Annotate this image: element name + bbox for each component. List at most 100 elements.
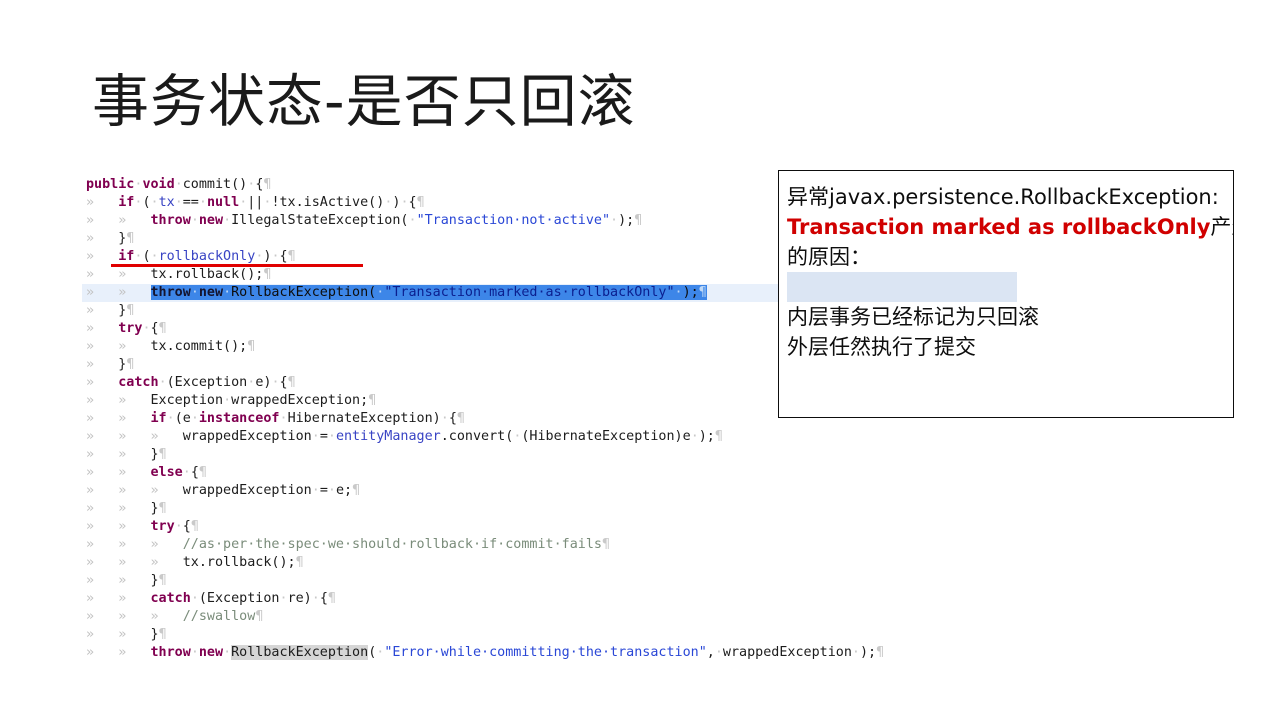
code-line[interactable]: » » }¶ (86, 572, 906, 590)
tab-guide-icon: » (86, 213, 119, 228)
code-token: Exception (150, 393, 224, 408)
tab-guide-icon: » (118, 267, 151, 282)
code-token: try (150, 519, 175, 534)
tab-guide-icon: » (118, 339, 151, 354)
code-span: try·{¶ (151, 519, 199, 534)
code-line[interactable]: » » » wrappedException·=·e;¶ (86, 482, 906, 500)
code-token: catch (150, 591, 191, 606)
code-line[interactable]: » » » //as·per·the·spec·we·should·rollba… (86, 536, 906, 554)
tab-guide-icon: » (86, 195, 119, 210)
code-span: tx.commit();¶ (151, 339, 256, 354)
tab-guide-icon: » (118, 627, 151, 642)
code-token: { (150, 321, 159, 336)
code-token: ¶ (714, 429, 723, 444)
code-token: { (319, 591, 328, 606)
code-token: (Exception (198, 591, 280, 606)
tab-guide-icon: » (86, 357, 119, 372)
code-span: }¶ (118, 303, 134, 318)
code-token: if (118, 195, 135, 210)
code-token: RollbackException (231, 645, 369, 660)
tab-guide-icon: » (86, 645, 119, 660)
code-token: ¶ (456, 411, 465, 426)
note-text: 产生 (1210, 215, 1233, 239)
code-token: · (311, 591, 320, 606)
code-token: null (206, 195, 240, 210)
page-title: 事务状态-是否只回滚 (92, 69, 636, 135)
code-token: ); (698, 429, 715, 444)
code-token: · (190, 285, 199, 300)
code-span: }¶ (151, 447, 167, 462)
selected-code-span: throw·new·RollbackException(·"Transactio… (150, 285, 707, 300)
tab-guide-icon: » (86, 573, 119, 588)
code-line[interactable]: » » throw·new·RollbackException(·"Error·… (86, 644, 906, 662)
code-token: · (408, 213, 417, 228)
code-line[interactable]: » » try·{¶ (86, 518, 906, 536)
code-token: //as·per·the·spec·we·should·rollback·if·… (182, 537, 602, 552)
code-token: catch (118, 375, 159, 390)
code-line[interactable]: » » else·{¶ (86, 464, 906, 482)
tab-guide-icon: » (86, 303, 119, 318)
code-line[interactable]: » » }¶ (86, 446, 906, 464)
tab-guide-icon: » (86, 519, 119, 534)
note-emphasis-text: Transaction marked as rollbackOnly (787, 215, 1211, 239)
code-span: }¶ (151, 501, 167, 516)
tab-guide-icon: » (118, 591, 151, 606)
note-text: 内层事务已经标记为只回滚 (787, 305, 1039, 329)
code-token: (HibernateException)e (521, 429, 691, 444)
code-token: if (150, 411, 167, 426)
tab-guide-icon: » (118, 519, 151, 534)
tab-guide-icon: » (118, 447, 151, 462)
note-box-body: 异常javax.persistence.RollbackException: Tr… (787, 182, 1233, 362)
code-span: catch·(Exception·re)·{¶ (151, 591, 336, 606)
note-line: Transaction marked as rollbackOnly产生 (787, 212, 1233, 242)
code-token: · (166, 411, 175, 426)
code-token: · (279, 591, 288, 606)
tab-guide-icon: » (118, 645, 151, 660)
code-span: wrappedException·=·e;¶ (183, 483, 360, 498)
code-token: ¶ (190, 519, 199, 534)
code-span: tx.rollback();¶ (183, 555, 304, 570)
code-token: == (182, 195, 199, 210)
code-token: e) (255, 375, 272, 390)
code-line[interactable]: » » » //swallow¶ (86, 608, 906, 626)
code-token: ¶ (158, 321, 167, 336)
code-span: else·{¶ (151, 465, 207, 480)
code-line[interactable]: » » » tx.rollback();¶ (86, 554, 906, 572)
code-token: ¶ (126, 231, 135, 246)
tab-guide-icon: » (86, 555, 119, 570)
code-span: //as·per·the·spec·we·should·rollback·if·… (183, 537, 610, 552)
code-token: ¶ (158, 501, 167, 516)
code-token: } (150, 573, 159, 588)
code-token: · (271, 375, 280, 390)
code-token: wrappedException (182, 483, 312, 498)
code-token: ¶ (634, 213, 643, 228)
code-token: } (150, 627, 159, 642)
code-token: · (223, 213, 232, 228)
code-token: · (223, 393, 232, 408)
code-token: { (190, 465, 199, 480)
code-line[interactable]: » » }¶ (86, 626, 906, 644)
code-token: { (448, 411, 457, 426)
code-token: else (150, 465, 183, 480)
code-token: { (279, 375, 288, 390)
code-token: ¶ (158, 447, 167, 462)
code-token: · (690, 429, 699, 444)
code-token: · (190, 411, 199, 426)
code-line[interactable]: » » catch·(Exception·re)·{¶ (86, 590, 906, 608)
tab-guide-icon: » (86, 447, 119, 462)
code-line[interactable]: » » }¶ (86, 500, 906, 518)
code-span: try·{¶ (118, 321, 166, 336)
code-token: · (271, 249, 280, 264)
tab-guide-icon: » (150, 537, 183, 552)
code-token: throw (150, 645, 191, 660)
code-token: ¶ (287, 375, 296, 390)
tab-guide-icon: » (118, 213, 151, 228)
code-token: · (174, 195, 183, 210)
tab-guide-icon: » (86, 249, 119, 264)
code-token: public (86, 177, 135, 192)
tab-guide-icon: » (86, 231, 119, 246)
tab-guide-icon: » (86, 591, 119, 606)
tab-guide-icon: » (86, 627, 119, 642)
code-line[interactable]: » » » wrappedException·=·entityManager.c… (86, 428, 906, 446)
code-token: ¶ (698, 285, 707, 300)
